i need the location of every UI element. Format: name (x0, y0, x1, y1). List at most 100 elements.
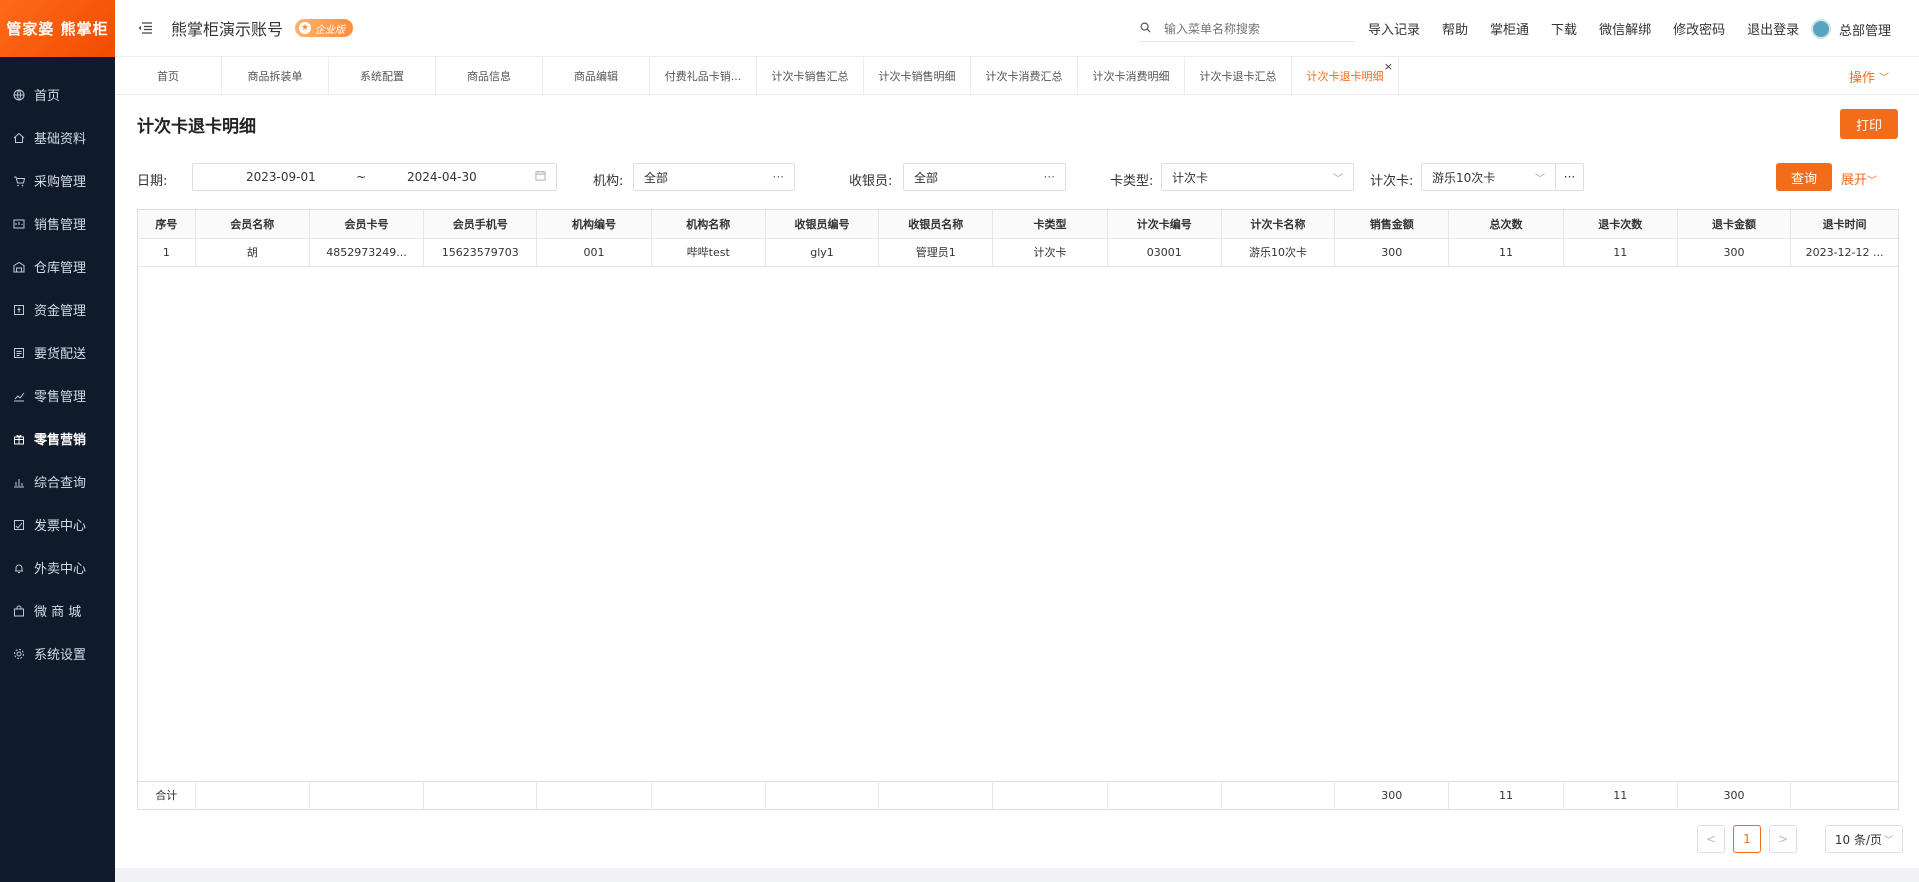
table-cell: 管理员1 (878, 238, 994, 267)
sidebar-item-retail-marketing[interactable]: 零售营销 (0, 417, 115, 460)
wechat-unbind-link[interactable]: 微信解绑 (1599, 19, 1651, 38)
card-type-select[interactable]: 计次卡 ﹀ (1161, 163, 1354, 191)
more-icon[interactable]: ··· (1044, 170, 1055, 184)
table-cell: 哔哔test (651, 238, 766, 267)
cashier-select[interactable]: 全部 ··· (903, 163, 1066, 191)
page-size-value: 10 条/页 (1834, 832, 1883, 847)
next-page-button[interactable]: > (1769, 825, 1797, 853)
filter-bar: 日期: 2023-09-01 ~ 2024-04-30 机构: 全部 ··· 收… (137, 163, 1907, 193)
column-header[interactable]: 计次卡编号 (1107, 210, 1222, 239)
table-cell: 4852973249... (309, 238, 425, 267)
tab-card-consume-detail[interactable]: 计次卡消费明细 (1078, 57, 1185, 94)
total-cell: 11 (1448, 781, 1564, 809)
sidebar-item-warehouse[interactable]: 仓库管理 (0, 245, 115, 288)
total-cell (651, 781, 766, 809)
tab-card-sales-detail[interactable]: 计次卡销售明细 (864, 57, 971, 94)
close-icon[interactable]: × (1384, 60, 1393, 73)
sidebar-item-basic-data[interactable]: 基础资料 (0, 116, 115, 159)
column-header[interactable]: 销售金额 (1334, 210, 1450, 239)
edition-badge-label: 企业版 (315, 24, 346, 36)
table-cell: 001 (536, 238, 652, 267)
sales-icon (12, 217, 26, 231)
column-header[interactable]: 会员卡号 (309, 210, 425, 239)
sidebar-item-funds[interactable]: 资金管理 (0, 288, 115, 331)
tab-system-config[interactable]: 系统配置 (329, 57, 436, 94)
column-header[interactable]: 总次数 (1448, 210, 1564, 239)
search-icon (1140, 22, 1154, 36)
warehouse-icon (12, 260, 26, 274)
column-header[interactable]: 卡类型 (992, 210, 1108, 239)
card-select[interactable]: 游乐10次卡 ﹀ (1421, 163, 1556, 191)
menu-toggle-icon[interactable] (135, 18, 155, 38)
column-header[interactable]: 收银员名称 (878, 210, 994, 239)
sidebar-item-delivery[interactable]: 要货配送 (0, 331, 115, 374)
tab-card-consume-summary[interactable]: 计次卡消费汇总 (971, 57, 1078, 94)
sidebar-item-retail[interactable]: 零售管理 (0, 374, 115, 417)
zhanggui-link[interactable]: 掌柜通 (1490, 19, 1529, 38)
column-header[interactable]: 退卡次数 (1563, 210, 1678, 239)
app-logo: 管家婆 熊掌柜 (0, 0, 115, 57)
sidebar-item-mall[interactable]: 微 商 城 (0, 589, 115, 632)
page-title: 计次卡退卡明细 (137, 117, 256, 137)
sidebar-item-label: 零售营销 (34, 433, 87, 448)
menu-search (1140, 16, 1355, 42)
help-link[interactable]: 帮助 (1442, 19, 1468, 38)
sidebar-item-invoice[interactable]: 发票中心 (0, 503, 115, 546)
operations-dropdown[interactable]: 操作 ﹀ (1849, 57, 1889, 95)
sidebar-item-query[interactable]: 综合查询 (0, 460, 115, 503)
column-header[interactable]: 退卡金额 (1677, 210, 1792, 239)
sidebar-item-takeout[interactable]: 外卖中心 (0, 546, 115, 589)
query-button[interactable]: 查询 (1776, 163, 1832, 191)
user-menu[interactable]: 总部管理 (1811, 19, 1891, 39)
column-header[interactable]: 退卡时间 (1790, 210, 1898, 239)
column-header[interactable]: 收银员编号 (765, 210, 880, 239)
tab-card-refund-detail[interactable]: 计次卡退卡明细 × (1292, 57, 1399, 94)
prev-page-button[interactable]: < (1697, 825, 1725, 853)
page-number-button[interactable]: 1 (1733, 825, 1761, 853)
more-icon[interactable]: ··· (773, 170, 784, 184)
tab-product-edit[interactable]: 商品编辑 (543, 57, 650, 94)
tab-product-info[interactable]: 商品信息 (436, 57, 543, 94)
sidebar-item-settings[interactable]: 系统设置 (0, 632, 115, 675)
tab-card-sales-summary[interactable]: 计次卡销售汇总 (757, 57, 864, 94)
date-range-picker[interactable]: 2023-09-01 ~ 2024-04-30 (192, 163, 557, 191)
logout-link[interactable]: 退出登录 (1747, 19, 1799, 38)
total-cell (1221, 781, 1336, 809)
card-more-button[interactable]: ··· (1555, 163, 1584, 191)
search-input[interactable] (1164, 21, 1344, 36)
column-header[interactable]: 序号 (138, 210, 196, 239)
sidebar-item-purchase[interactable]: 采购管理 (0, 159, 115, 202)
date-label: 日期: (137, 174, 168, 189)
table-cell: 2023-12-12 ... (1790, 238, 1898, 267)
print-button[interactable]: 打印 (1840, 109, 1898, 139)
table-cell: gly1 (765, 238, 880, 267)
sidebar-nav: 首页 基础资料 采购管理 销售管理 仓库管理 资金管理 要货配送 零售管理 零售… (0, 57, 115, 675)
org-select[interactable]: 全部 ··· (633, 163, 795, 191)
table-cell: 胡 (195, 238, 310, 267)
main-content: 计次卡退卡明细 打印 日期: 2023-09-01 ~ 2024-04-30 机… (115, 95, 1919, 868)
card-type-label: 卡类型: (1110, 174, 1154, 189)
avatar (1811, 19, 1831, 39)
column-header[interactable]: 会员名称 (195, 210, 310, 239)
tab-gift-card-sales[interactable]: 付费礼品卡销... (650, 57, 757, 94)
download-link[interactable]: 下载 (1551, 19, 1577, 38)
sidebar-item-label: 系统设置 (34, 648, 87, 663)
sidebar-item-home[interactable]: 首页 (0, 73, 115, 116)
column-header[interactable]: 计次卡名称 (1221, 210, 1336, 239)
org-value: 全部 (644, 170, 669, 185)
sidebar-item-label: 要货配送 (34, 347, 87, 362)
tab-home[interactable]: 首页 (115, 57, 222, 94)
column-header[interactable]: 机构名称 (651, 210, 766, 239)
tab-card-refund-summary[interactable]: 计次卡退卡汇总 (1185, 57, 1292, 94)
star-icon: ★ (299, 22, 312, 34)
expand-toggle[interactable]: 展开﹀ (1841, 169, 1877, 188)
table-cell: 300 (1334, 238, 1450, 267)
column-header[interactable]: 机构编号 (536, 210, 652, 239)
sidebar-item-sales[interactable]: 销售管理 (0, 202, 115, 245)
column-header[interactable]: 会员手机号 (423, 210, 538, 239)
change-password-link[interactable]: 修改密码 (1673, 19, 1725, 38)
table-row[interactable]: 1 胡 4852973249... 15623579703 001 哔哔test… (138, 238, 1898, 267)
page-size-select[interactable]: 10 条/页 ﹀ (1825, 825, 1903, 853)
tab-product-assembly[interactable]: 商品拆装单 (222, 57, 329, 94)
import-records-link[interactable]: 导入记录 (1368, 19, 1420, 38)
